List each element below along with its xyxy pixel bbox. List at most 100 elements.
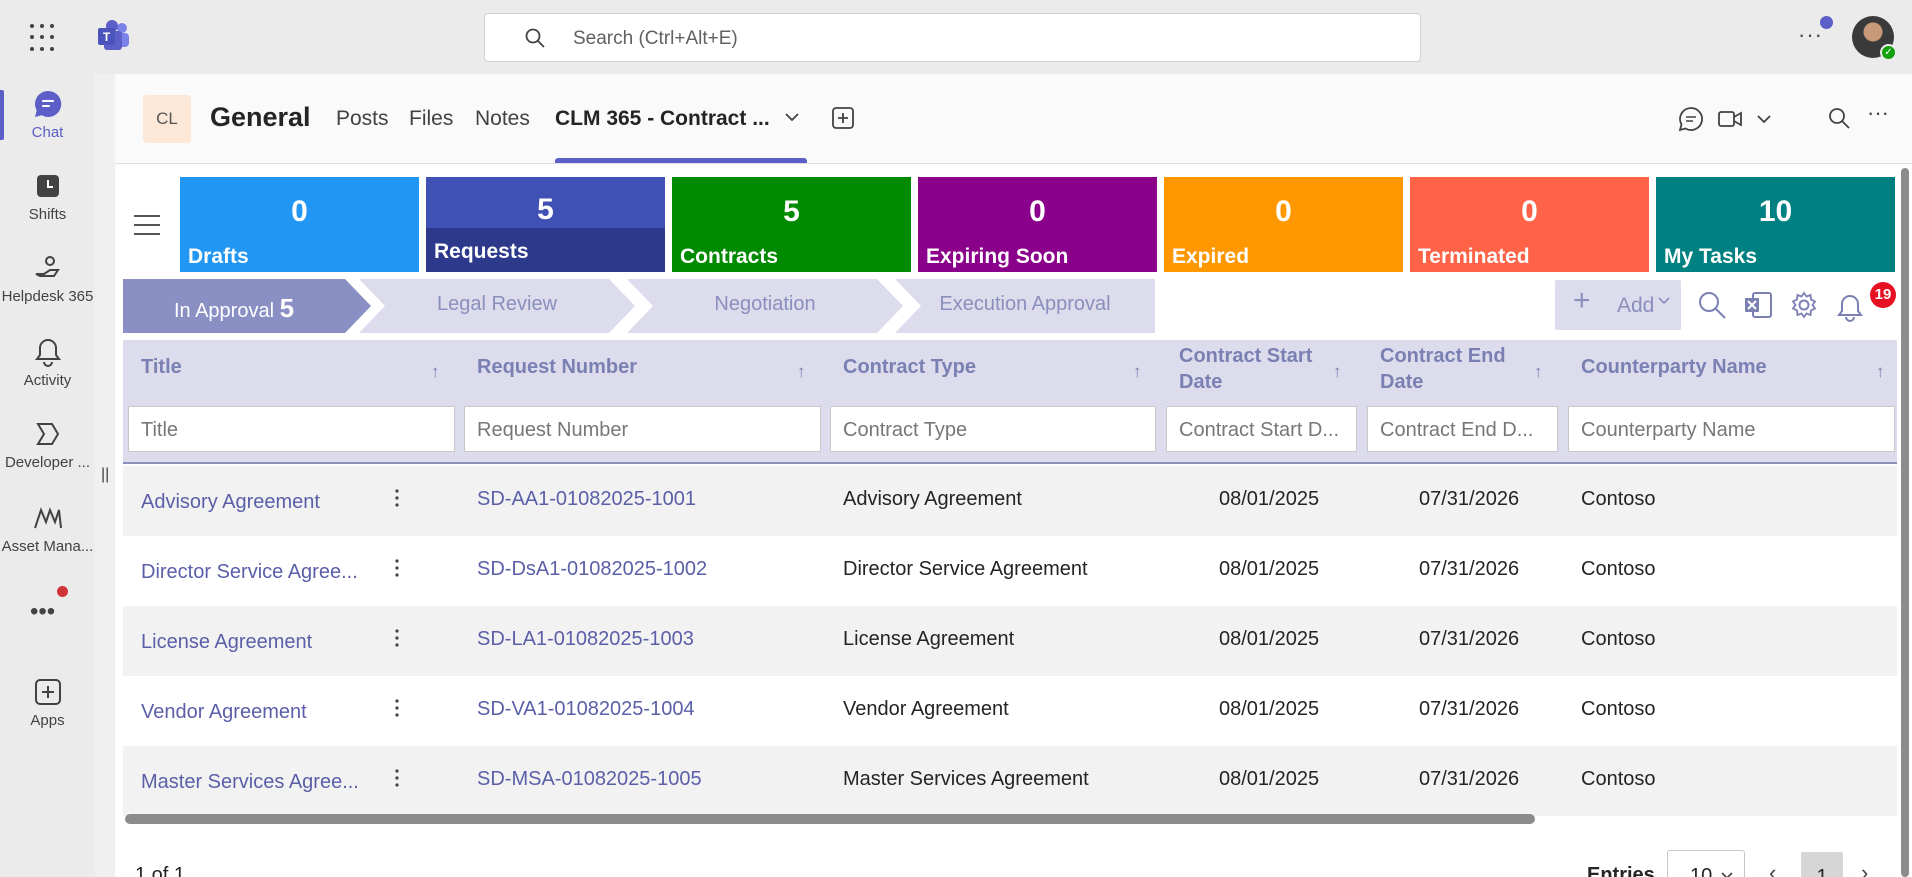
column-header-counterparty-name[interactable]: Counterparty Name	[1581, 354, 1767, 380]
active-tab-indicator	[555, 158, 807, 163]
conversation-icon[interactable]	[1678, 106, 1704, 132]
row-counterparty: Contoso	[1581, 558, 1656, 580]
search-icon	[525, 28, 545, 48]
table-row: Vendor Agreement SD-VA1-01082025-1004 Ve…	[123, 676, 1897, 746]
tile-expired[interactable]: 0 Expired	[1164, 177, 1403, 272]
stage-legal-review[interactable]: Legal Review	[359, 279, 635, 333]
tab-notes[interactable]: Notes	[475, 107, 530, 131]
tile-contracts[interactable]: 5 Contracts	[672, 177, 911, 272]
more-options-icon[interactable]: ···	[1867, 100, 1893, 126]
channel-header: CL General Posts Files Notes CLM 365 - C…	[115, 74, 1912, 164]
row-request-number-link[interactable]: SD-AA1-01082025-1001	[477, 488, 696, 511]
tab-files[interactable]: Files	[409, 107, 453, 131]
rail-item-label: Helpdesk 365	[1, 288, 94, 305]
rail-item-shifts[interactable]: Shifts	[0, 170, 95, 223]
row-request-number-link[interactable]: SD-LA1-01082025-1003	[477, 628, 694, 651]
row-title-link[interactable]: Vendor Agreement	[141, 701, 307, 724]
column-header-contract-start-date[interactable]: Contract Start Date	[1179, 343, 1312, 395]
column-header-title[interactable]: Title	[141, 354, 182, 380]
vertical-scrollbar[interactable]	[1901, 168, 1909, 877]
record-count: 1 of 1	[135, 864, 186, 877]
excel-export-icon[interactable]	[1743, 290, 1773, 320]
filter-input-title[interactable]: Title	[128, 406, 455, 452]
chevron-down-icon[interactable]	[1755, 110, 1773, 128]
row-title-link[interactable]: Advisory Agreement	[141, 491, 320, 514]
chevron-down-icon[interactable]	[783, 108, 801, 126]
rail-item-activity[interactable]: Activity	[0, 336, 95, 389]
stage-execution-approval[interactable]: Execution Approval	[895, 279, 1155, 333]
filter-input-contract-start-date[interactable]: Contract Start D...	[1166, 406, 1357, 452]
row-request-number-link[interactable]: SD-DsA1-01082025-1002	[477, 558, 707, 581]
chevron-down-icon	[1658, 297, 1670, 305]
tile-drafts[interactable]: 0 Drafts	[180, 177, 419, 272]
hamburger-menu-icon[interactable]	[133, 214, 161, 236]
sort-arrow-icon[interactable]: ↑	[797, 362, 806, 382]
filter-input-counterparty-name[interactable]: Counterparty Name	[1568, 406, 1895, 452]
add-button[interactable]: + Add	[1555, 280, 1681, 330]
column-header-contract-type[interactable]: Contract Type	[843, 354, 976, 380]
presence-available-icon: ✓	[1880, 44, 1897, 61]
previous-page-icon[interactable]: ‹	[1769, 860, 1776, 877]
search-input[interactable]: Search (Ctrl+Alt+E)	[484, 13, 1421, 62]
teams-logo-icon: T	[98, 20, 129, 50]
video-call-icon[interactable]	[1717, 106, 1743, 132]
row-title-link[interactable]: Director Service Agree...	[141, 561, 358, 584]
entries-per-page-select[interactable]: 10	[1667, 850, 1745, 877]
page-number-button[interactable]: 1	[1801, 852, 1843, 877]
filter-input-contract-end-date[interactable]: Contract End D...	[1367, 406, 1558, 452]
tile-my-tasks[interactable]: 10 My Tasks	[1656, 177, 1895, 272]
team-badge: CL	[143, 95, 191, 143]
row-title-link[interactable]: License Agreement	[141, 631, 312, 654]
stage-negotiation[interactable]: Negotiation	[627, 279, 903, 333]
header-line: Contract End	[1380, 345, 1506, 367]
rail-item-chat[interactable]: Chat	[0, 88, 95, 141]
search-icon[interactable]	[1827, 106, 1851, 130]
row-counterparty: Contoso	[1581, 698, 1656, 720]
row-request-number-link[interactable]: SD-MSA-01082025-1005	[477, 768, 702, 791]
settings-gear-icon[interactable]	[1789, 290, 1819, 320]
rail-item-developer[interactable]: Developer ...	[0, 418, 95, 471]
row-more-icon[interactable]	[395, 558, 399, 578]
sort-arrow-icon[interactable]: ↑	[1333, 362, 1342, 382]
rail-item-apps[interactable]: Apps	[0, 676, 95, 729]
more-options-icon[interactable]: ···	[1798, 22, 1823, 48]
column-header-contract-end-date[interactable]: Contract End Date	[1380, 343, 1506, 395]
row-start-date: 08/01/2025	[1219, 488, 1320, 510]
bell-icon[interactable]	[1835, 292, 1865, 322]
row-start-date: 08/01/2025	[1219, 628, 1320, 650]
add-tab-icon[interactable]	[831, 106, 855, 130]
filter-input-contract-type[interactable]: Contract Type	[830, 406, 1156, 452]
sort-arrow-icon[interactable]: ↑	[1133, 362, 1142, 382]
tile-terminated[interactable]: 0 Terminated	[1410, 177, 1649, 272]
sort-arrow-icon[interactable]: ↑	[1876, 362, 1885, 382]
avatar[interactable]: ✓	[1852, 16, 1897, 61]
tab-clm365[interactable]: CLM 365 - Contract ...	[555, 107, 770, 131]
horizontal-scrollbar[interactable]	[125, 814, 1535, 824]
rail-item-helpdesk[interactable]: Helpdesk 365	[0, 252, 95, 305]
filter-input-request-number[interactable]: Request Number	[464, 406, 821, 452]
row-more-icon[interactable]	[395, 768, 399, 788]
sort-arrow-icon[interactable]: ↑	[1534, 362, 1543, 382]
bell-icon	[34, 338, 61, 367]
search-icon[interactable]	[1697, 290, 1727, 320]
column-header-request-number[interactable]: Request Number	[477, 354, 637, 380]
more-apps-icon[interactable]: •••	[30, 598, 55, 626]
app-launcher-icon[interactable]	[30, 24, 58, 52]
tile-requests[interactable]: 5 Requests	[426, 177, 665, 272]
stage-in-approval[interactable]: In Approval 5	[123, 279, 371, 333]
tab-posts[interactable]: Posts	[336, 107, 389, 131]
row-more-icon[interactable]	[395, 628, 399, 648]
tile-expiring-soon[interactable]: 0 Expiring Soon	[918, 177, 1157, 272]
row-more-icon[interactable]	[395, 698, 399, 718]
row-start-date: 08/01/2025	[1219, 698, 1320, 720]
row-title-link[interactable]: Master Services Agree...	[141, 771, 359, 794]
next-page-icon[interactable]: ›	[1861, 860, 1868, 877]
row-contract-type: License Agreement	[843, 628, 1015, 650]
tile-count: 0	[291, 195, 308, 228]
sort-arrow-icon[interactable]: ↑	[431, 362, 440, 382]
row-more-icon[interactable]	[395, 488, 399, 508]
rail-item-asset[interactable]: Asset Mana...	[0, 502, 95, 555]
row-request-number-link[interactable]: SD-VA1-01082025-1004	[477, 698, 695, 721]
resize-handle[interactable]: ||	[101, 466, 109, 484]
table-row: License Agreement SD-LA1-01082025-1003 L…	[123, 606, 1897, 676]
